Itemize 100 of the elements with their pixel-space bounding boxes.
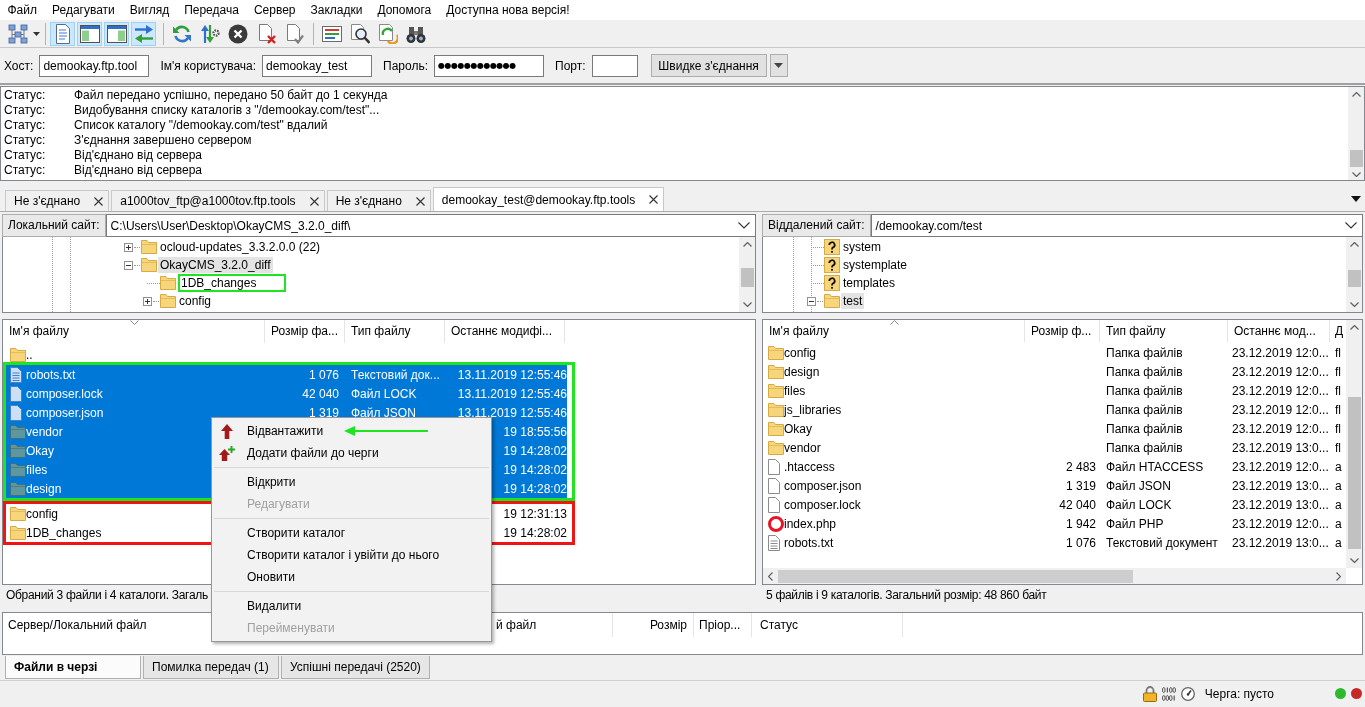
scrollbar-thumb[interactable] [1347,270,1361,287]
file-name[interactable]: config [26,506,59,521]
column-header[interactable]: Ім'я файлу [763,320,1025,342]
file-name[interactable]: Okay [784,421,812,436]
column-header[interactable]: Ім'я файлу [3,320,265,343]
menu-item[interactable]: Сервер [246,0,303,20]
magnifier-icon[interactable] [350,23,370,44]
menu-item[interactable]: Редагувати [44,0,123,20]
password-field[interactable]: ●●●●●●●●●●●● [434,54,545,77]
toggle-button[interactable] [104,21,129,46]
file-name[interactable]: 1DB_changes [26,525,102,540]
tab[interactable]: Успішні передачі (2520) [281,656,430,679]
menu-item[interactable]: Відкрити [212,471,491,493]
menu-item[interactable]: Передача [176,0,247,20]
sync-icon[interactable] [378,23,398,44]
tab[interactable]: demookay_test@demookay.ftp.tools [432,187,665,211]
menu-item[interactable]: Створити каталог [212,522,491,544]
file-name[interactable]: vendor [784,440,821,455]
list-icon[interactable] [322,23,342,44]
scrollbar-thumb[interactable] [1347,397,1361,549]
menu-item[interactable]: Видалити [212,595,491,617]
column-header[interactable]: Тип файлу [345,320,445,343]
chevron-right-icon[interactable] [1336,571,1341,581]
port-field[interactable] [591,54,638,77]
scrollbar[interactable] [1346,320,1362,568]
document-check-icon[interactable] [284,23,304,44]
caret-icon[interactable] [1351,195,1361,202]
chevron-up-icon[interactable] [742,242,752,247]
file-name[interactable]: Okay [26,443,54,458]
file-name[interactable]: files [26,462,48,477]
column-header[interactable]: Останнє модифі... [445,320,565,343]
file-name[interactable]: config [784,345,817,360]
tree-item[interactable]: system [841,239,883,255]
column-header[interactable]: Тип файлу [1100,320,1228,342]
scrollbar[interactable] [739,237,755,312]
file-name[interactable]: composer.json [26,405,104,420]
scrollbar-thumb[interactable] [740,268,754,287]
close-icon[interactable] [649,195,659,204]
column-header[interactable]: Розмір ф... [1025,320,1100,342]
file-name[interactable]: composer.lock [26,386,103,401]
column-header[interactable]: Останнє мод... [1228,320,1330,342]
tree-item[interactable]: ocloud-updates_3.3.2.0.0 (22) [158,239,323,255]
scrollbar-thumb[interactable] [1349,150,1363,167]
network-icon[interactable] [8,23,28,44]
tab[interactable]: a1000tov_ftp@a1000tov.ftp.tools [111,190,325,211]
document-cross-icon[interactable] [256,23,276,44]
arrows-gear-icon[interactable] [200,23,220,44]
file-name[interactable]: design [26,481,62,496]
tab[interactable]: Не з'єднано [326,190,431,211]
menu-item[interactable]: Створити каталог і увійти до нього [212,544,491,566]
chevron-down-icon[interactable] [1349,558,1359,563]
chevron-down-icon[interactable] [1349,302,1359,307]
tab[interactable]: Файли в черзі [5,656,141,679]
scrollbar[interactable] [1348,87,1364,180]
tree-item[interactable]: test [841,293,865,309]
column-header[interactable]: Д [1330,320,1346,342]
chevron-down-icon[interactable] [742,302,752,307]
file-name[interactable]: composer.json [784,478,862,493]
username-field[interactable]: demookay_test [262,54,373,77]
quick-connect-button[interactable]: Швидке з'єднання [650,54,767,77]
tree-item[interactable]: OkayCMS_3.2.0_diff [158,257,273,273]
file-name[interactable]: design [784,364,820,379]
plus-box-icon[interactable] [143,296,152,306]
tree-item[interactable]: config [177,293,214,309]
plus-box-icon[interactable] [124,242,133,252]
minus-box-icon[interactable] [807,296,816,306]
file-name[interactable]: vendor [26,424,63,439]
column-header[interactable]: Статус [752,613,903,637]
scrollbar-thumb[interactable] [778,569,1133,583]
column-header[interactable]: Розмір фа... [265,320,345,343]
file-name[interactable]: robots.txt [26,367,76,382]
chevron-left-icon[interactable] [768,571,773,581]
toggle-button[interactable] [131,21,156,46]
menu-item[interactable]: Додати файли до черги [212,442,491,464]
scrollbar[interactable] [1346,237,1362,312]
cancel-icon[interactable] [228,23,248,44]
chevron-up-icon[interactable] [1349,242,1359,247]
menu-item[interactable]: Оновити [212,566,491,588]
menu-item[interactable]: Допомога [369,0,439,20]
minus-box-icon[interactable] [124,260,133,270]
menu-item[interactable]: Доступна нова версія! [438,0,578,20]
menu-item[interactable]: Вигляд [122,0,177,20]
dropdown-button[interactable] [769,54,788,77]
path-combobox[interactable]: C:\Users\User\Desktop\OkayCMS_3.2.0_diff\ [105,214,756,237]
tree-item[interactable]: 1DB_changes [180,276,259,290]
tree-item[interactable]: systemplate [841,257,910,273]
menu-item[interactable]: Файл [0,0,45,20]
caret-icon[interactable] [33,31,40,36]
toggle-button[interactable] [77,21,102,46]
menu-item[interactable]: Відвантажити [212,420,330,442]
chevron-up-icon[interactable] [1351,92,1361,97]
file-name[interactable]: files [784,383,806,398]
file-name[interactable]: .. [26,347,33,362]
path-combobox[interactable]: /demookay.com/test [870,214,1363,237]
chevron-down-icon[interactable] [1351,172,1361,177]
tab[interactable]: Не з'єднано [5,190,110,211]
file-name[interactable]: .htaccess [784,459,835,474]
close-icon[interactable] [415,196,425,206]
chevron-up-icon[interactable] [1349,325,1359,330]
file-name[interactable]: robots.txt [784,535,834,550]
